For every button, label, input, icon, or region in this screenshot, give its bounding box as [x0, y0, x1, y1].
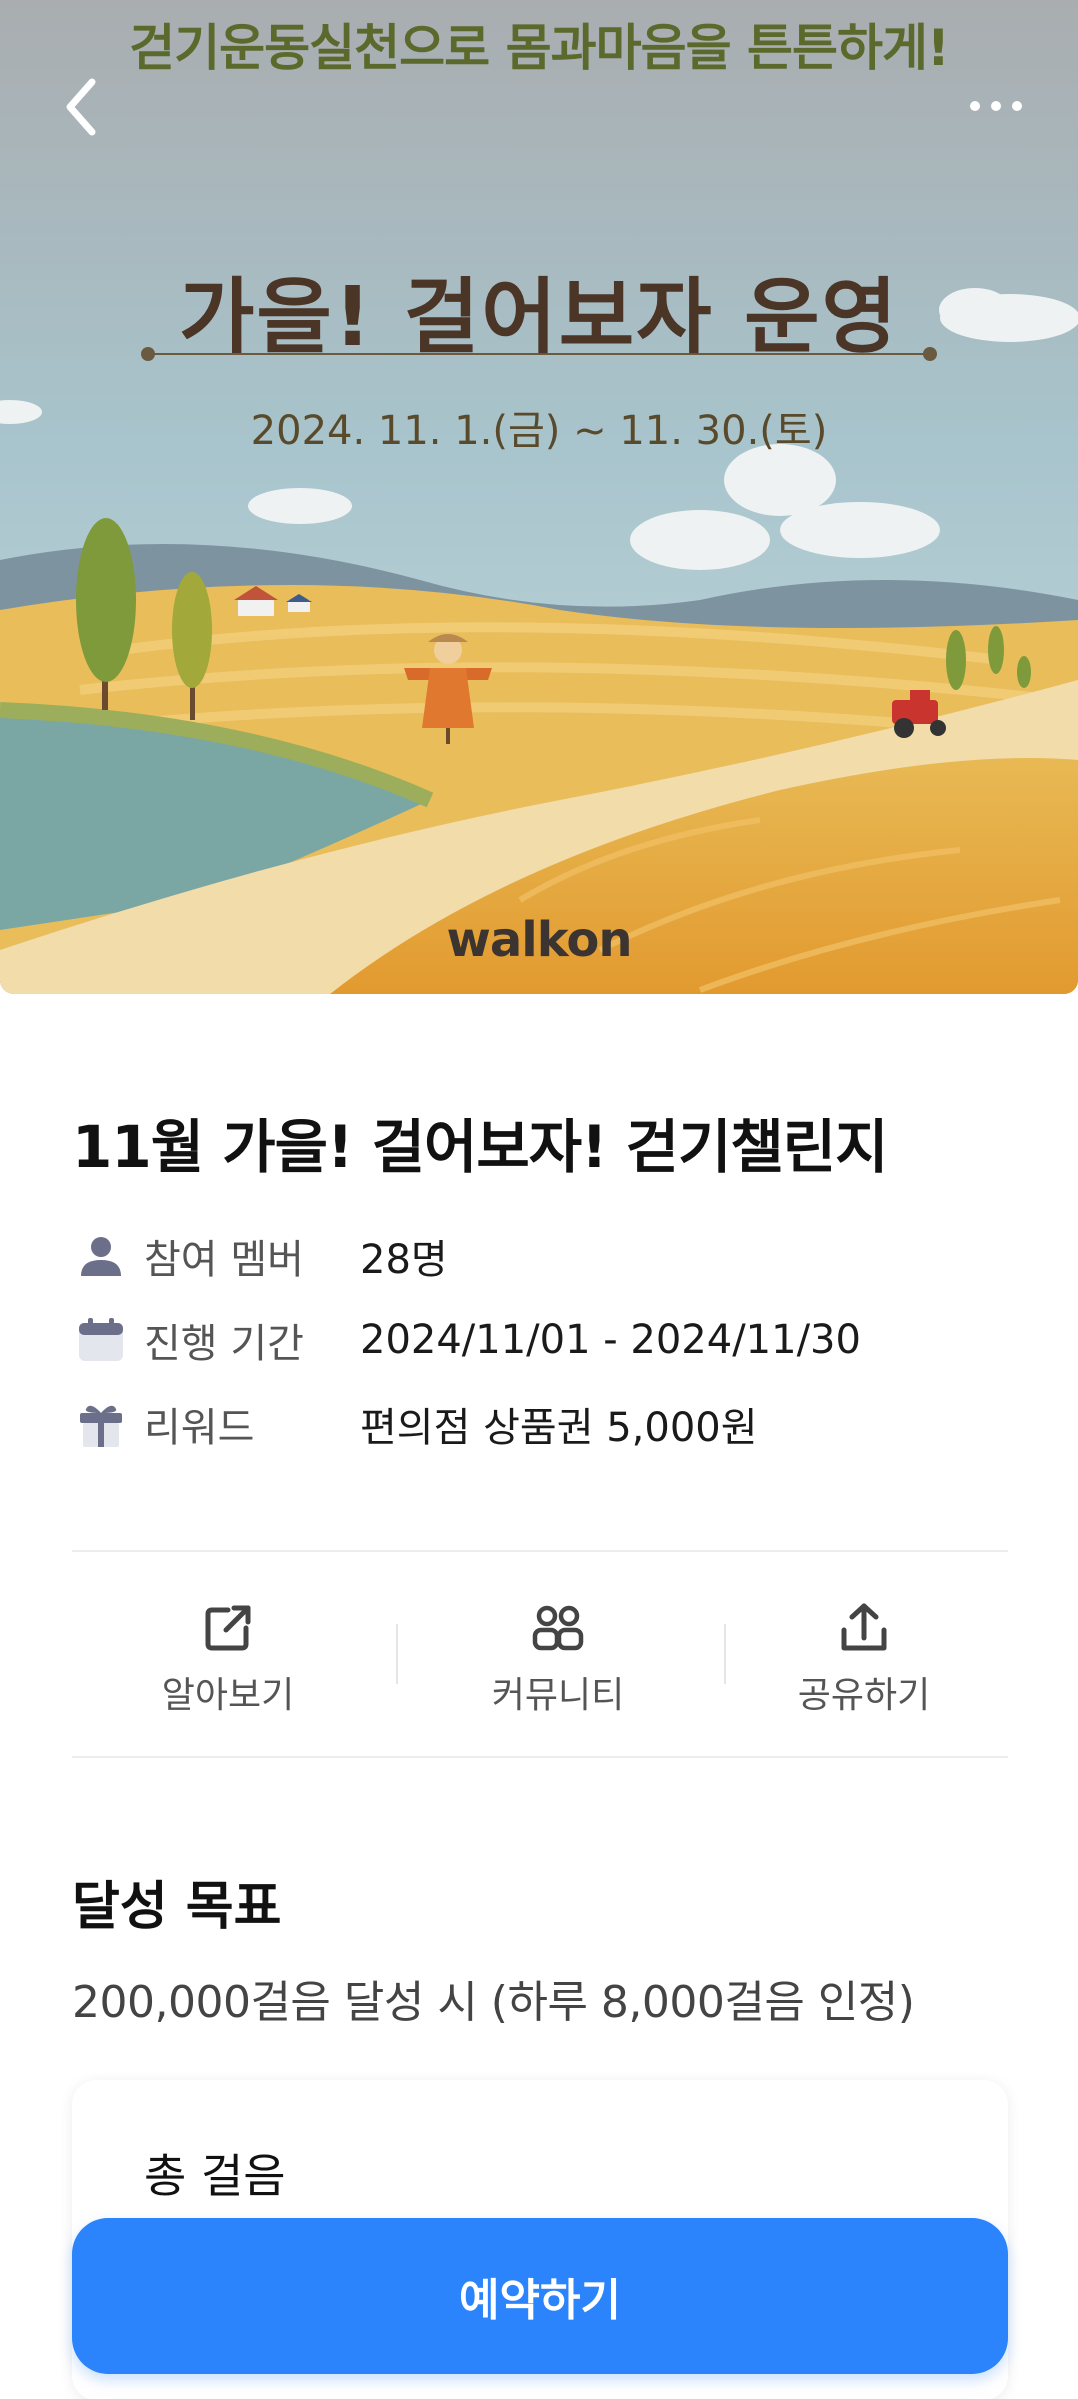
external-link-icon: [205, 1605, 251, 1651]
goal-title: 달성 목표: [72, 1877, 282, 1937]
info-label: 참여 멤버: [144, 1237, 304, 1283]
chevron-left-icon: [66, 78, 96, 136]
info-label: 진행 기간: [144, 1321, 304, 1367]
banner-date: 2024. 11. 1.(금) ~ 11. 30.(토): [250, 408, 828, 454]
walkon-logo: walkon: [446, 912, 633, 968]
action-separator: [396, 1624, 398, 1684]
community-icon: [532, 1605, 584, 1651]
hero-banner: 걷기운동실천으로 몸과마음을 튼튼하게! 가을! 걸어보자 운영 2024. 1…: [0, 0, 1078, 994]
action-bar: 알아보기 커뮤니티 공유하기: [72, 1554, 1008, 1754]
info-row-period: 진행 기간 2024/11/01 - 2024/11/30: [72, 1310, 861, 1370]
person-icon: [81, 1237, 121, 1276]
info-value: 28명: [360, 1237, 448, 1283]
challenge-title: 11월 가을! 걸어보자! 걷기챌린지: [72, 1113, 889, 1181]
action-label: 알아보기: [161, 1675, 295, 1716]
goal-description: 200,000걸음 달성 시 (하루 8,000걸음 인정): [72, 1977, 915, 2028]
info-row-members: 참여 멤버 28명: [72, 1226, 448, 1286]
learn-more-button[interactable]: 알아보기: [72, 1554, 384, 1754]
share-icon: [841, 1603, 887, 1651]
banner-slogan: 걷기운동실천으로 몸과마음을 튼튼하게!: [129, 19, 950, 77]
autumn-landscape-illustration: [0, 0, 1078, 994]
divider: [72, 1756, 1008, 1758]
action-label: 커뮤니티: [491, 1675, 625, 1716]
info-label: 리워드: [144, 1405, 255, 1451]
info-value: 2024/11/01 - 2024/11/30: [360, 1317, 861, 1363]
share-button[interactable]: 공유하기: [708, 1554, 1020, 1754]
total-steps-label: 총 걸음: [144, 2149, 286, 2203]
gift-icon: [80, 1405, 122, 1447]
calendar-icon: [79, 1318, 123, 1361]
community-button[interactable]: 커뮤니티: [402, 1554, 714, 1754]
info-value: 편의점 상품권 5,000원: [360, 1405, 758, 1451]
more-options-button[interactable]: [966, 86, 1026, 126]
info-row-reward: 리워드 편의점 상품권 5,000원: [72, 1394, 758, 1454]
more-horizontal-icon: [970, 101, 1022, 111]
reserve-button[interactable]: 예약하기: [72, 2218, 1008, 2374]
back-button[interactable]: [56, 72, 116, 142]
banner-title: 가을! 걸어보자 운영: [178, 270, 899, 365]
action-label: 공유하기: [797, 1675, 931, 1716]
divider: [72, 1550, 1008, 1552]
